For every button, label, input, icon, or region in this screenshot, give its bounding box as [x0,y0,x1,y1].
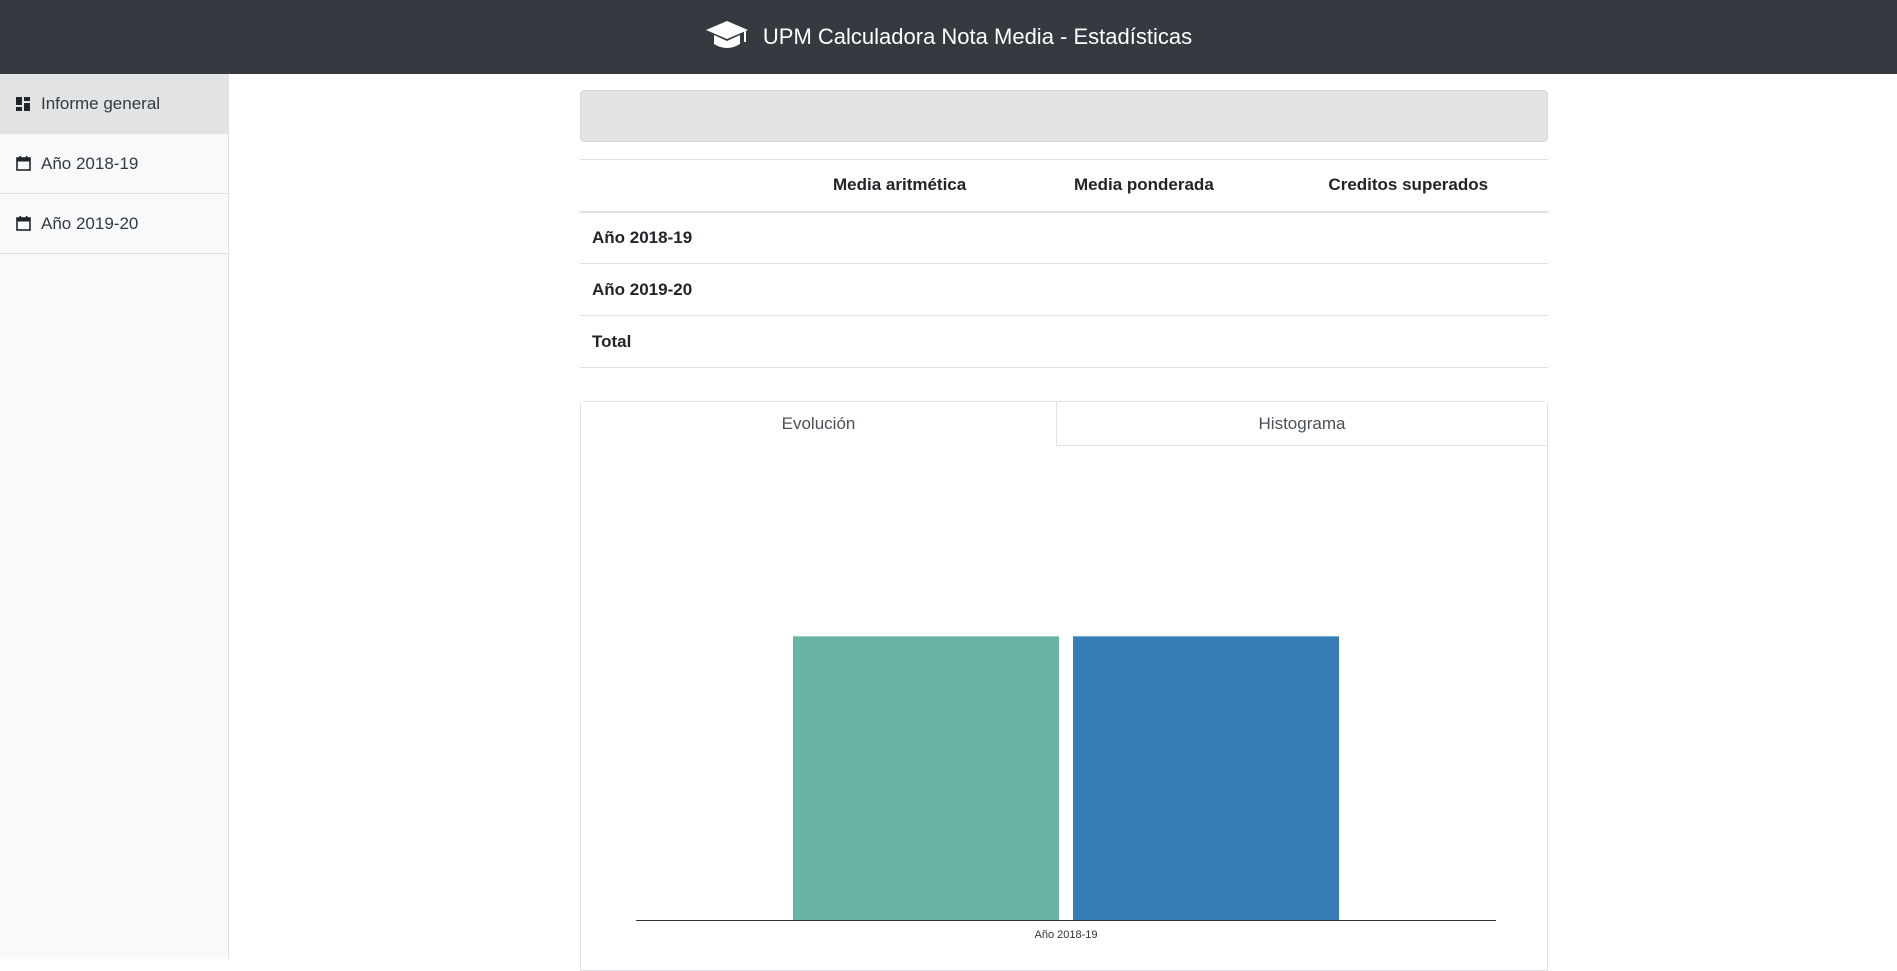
column-header: Media ponderada [1019,159,1269,213]
row-label: Año 2019-20 [580,263,780,316]
table-cell [1019,263,1269,316]
sidebar-item-label: Año 2019-20 [41,213,139,233]
table-cell [1268,263,1548,316]
table-cell [780,211,1020,264]
table-header-row: Media aritmética Media ponderada Credito… [580,159,1548,213]
sidebar-item-ano-2019-20[interactable]: Año 2019-20 [0,194,228,254]
evolution-chart: Año 2018-19 [581,446,1547,971]
navbar-brand[interactable]: UPM Calculadora Nota Media - Estadística… [705,19,1192,55]
row-label: Año 2018-19 [580,211,780,264]
sidebar-item-informe-general[interactable]: Informe general [0,74,228,134]
chart-svg: Año 2018-19 [636,636,1496,941]
tab-evolucion[interactable]: Evolución [581,402,1057,446]
sidebar-item-ano-2018-19[interactable]: Año 2018-19 [0,134,228,194]
navbar: UPM Calculadora Nota Media - Estadística… [0,0,1897,74]
graduation-cap-icon [705,19,749,55]
dashboard-icon [15,96,31,112]
table-row: Año 2019-20 [580,263,1548,316]
table-row-total: Total [580,315,1548,368]
chart-bar [793,636,1059,920]
table-cell [1268,211,1548,264]
chart-bar [1073,636,1339,920]
row-label: Total [580,315,780,368]
column-header [580,159,780,213]
sidebar-item-label: Informe general [41,93,161,113]
main-content: Media aritmética Media ponderada Credito… [580,74,1548,971]
loading-placeholder [580,90,1548,142]
column-header: Media aritmética [780,159,1020,213]
table-cell [780,315,1020,368]
chart-tabs-card: Evolución Histograma Año 2018-19 [580,401,1548,971]
calendar-icon [15,216,31,232]
sidebar: Informe general Año 2018-19 Año 2019-20 [0,74,229,959]
table-cell [1268,315,1548,368]
table-cell [1019,315,1269,368]
x-tick-label: Año 2018-19 [1035,929,1098,941]
sidebar-item-label: Año 2018-19 [41,153,139,173]
navbar-title: UPM Calculadora Nota Media - Estadística… [762,24,1193,49]
table-row: Año 2018-19 [580,211,1548,264]
tab-bar: Evolución Histograma [581,402,1547,446]
table-cell [780,263,1020,316]
stats-table: Media aritmética Media ponderada Credito… [580,159,1548,368]
table-cell [1019,211,1269,264]
calendar-icon [15,156,31,172]
column-header: Creditos superados [1268,159,1548,213]
tab-histograma[interactable]: Histograma [1057,402,1547,446]
